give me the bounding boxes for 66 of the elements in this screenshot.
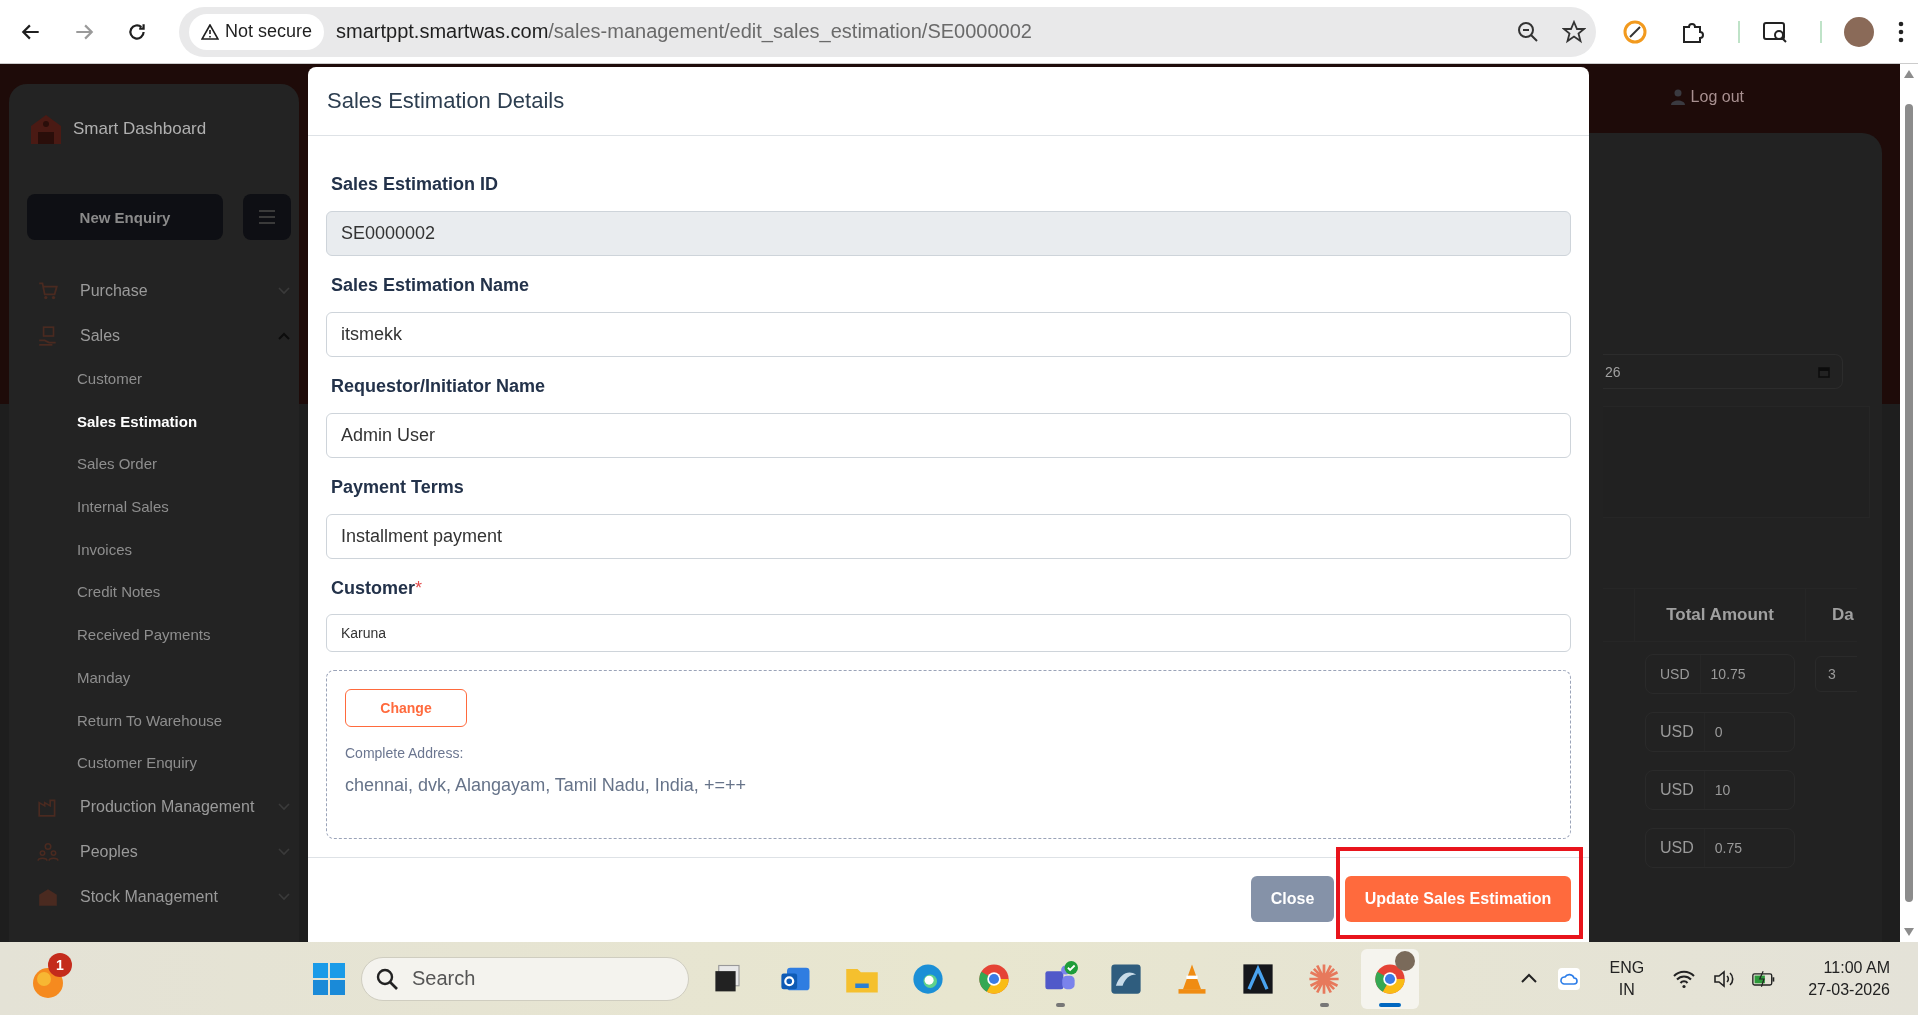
sidebar-item[interactable]: Sales Estimation — [27, 400, 299, 444]
sidebar-item[interactable]: Internal Sales — [27, 486, 299, 529]
menu-icon — [259, 210, 275, 224]
sidebar-item[interactable]: Customer Enquiry — [27, 742, 299, 785]
customer-field[interactable]: Karuna — [326, 614, 1571, 652]
warning-icon — [201, 23, 219, 40]
new-enquiry-button[interactable]: New Enquiry — [27, 194, 223, 240]
box-hand-icon — [37, 324, 59, 347]
table-field[interactable]: 3 — [1815, 656, 1857, 692]
cart-icon — [37, 279, 59, 302]
text-field[interactable]: itsmekk — [326, 312, 1571, 357]
text-field[interactable]: SE0000002 — [326, 211, 1571, 256]
people-icon — [37, 841, 59, 864]
sidebar-section[interactable]: Production Management — [27, 784, 299, 830]
star-icon[interactable] — [1562, 19, 1586, 44]
address-bar[interactable]: Not secure smartppt.smartwas.com/sales-management/edit_sales_estimation/SE0000002 — [179, 6, 1596, 57]
search-icon — [375, 966, 399, 991]
field-label: Sales Estimation ID — [331, 174, 500, 196]
amount-field[interactable]: USD 0.75 — [1645, 828, 1795, 868]
extension-icon[interactable] — [1622, 18, 1648, 45]
url-text: smartppt.smartwas.com/sales-management/edit_sales_estimation/SE0000002 — [336, 20, 1033, 43]
field-label: Sales Estimation Name — [331, 275, 531, 297]
search-field[interactable]: Search — [361, 956, 689, 1001]
scrollbar[interactable] — [1900, 64, 1918, 942]
field-label: Requestor/Initiator Name — [331, 376, 547, 398]
amount-field[interactable]: USD 10.75 — [1645, 654, 1795, 694]
logout-link[interactable]: Log out — [1670, 88, 1744, 106]
sidebar-item[interactable]: Customer — [27, 358, 299, 401]
sidebar-section[interactable]: Sales — [27, 313, 299, 358]
language-indicator[interactable]: ENG IN — [1609, 958, 1645, 999]
sidebar-item[interactable]: Return To Warehouse — [27, 699, 299, 743]
cloud-icon[interactable] — [1557, 966, 1582, 991]
date-field[interactable]: 26 — [1603, 354, 1843, 389]
sidebar-item[interactable]: Invoices — [27, 528, 299, 572]
brand-name: Smart Dashboard — [73, 119, 207, 139]
warehouse-logo-icon — [29, 112, 63, 146]
user-icon — [1670, 89, 1685, 105]
text-field[interactable]: Admin User — [326, 413, 1571, 458]
modal-title: Sales Estimation Details — [327, 88, 565, 114]
sidebar-item[interactable]: Received Payments — [27, 614, 299, 657]
sidebar-item[interactable]: Sales Order — [27, 443, 299, 487]
more-options-icon[interactable] — [1898, 20, 1904, 43]
sidebar-item[interactable]: Manday — [27, 656, 299, 700]
column-header: Da — [1831, 605, 1854, 625]
scroll-up-icon[interactable] — [1904, 70, 1914, 78]
field-label: Payment Terms — [331, 477, 465, 499]
sidebar-section[interactable]: Peoples — [27, 829, 299, 875]
sidebar-section[interactable]: Stock Management — [27, 874, 299, 920]
sidebar-section[interactable]: Purchase — [27, 268, 299, 313]
profile-avatar[interactable] — [1844, 16, 1874, 47]
amount-field[interactable]: USD 10 — [1645, 770, 1795, 810]
scroll-down-icon[interactable] — [1904, 928, 1914, 936]
windows-start-icon[interactable] — [311, 960, 347, 997]
scroll-thumb[interactable] — [1905, 104, 1913, 902]
clock[interactable]: 11:00 AM 27-03-2026 — [1808, 958, 1890, 999]
notification-badge: 1 — [48, 952, 72, 977]
close-button[interactable]: Close — [1251, 876, 1334, 922]
security-chip[interactable]: Not secure — [189, 13, 325, 50]
text-field[interactable]: Installment payment — [326, 514, 1571, 559]
zoom-out-icon[interactable] — [1516, 19, 1540, 44]
sidebar-item[interactable]: Credit Notes — [27, 571, 299, 615]
address-text: chennai, dvk, Alangayam, Tamil Nadu, India, +=++ — [345, 775, 746, 796]
column-header: Total Amount — [1634, 589, 1806, 641]
address-label: Complete Address: — [345, 745, 464, 761]
amount-field[interactable]: USD 0 — [1645, 712, 1795, 752]
field-label: Customer* — [331, 578, 424, 600]
